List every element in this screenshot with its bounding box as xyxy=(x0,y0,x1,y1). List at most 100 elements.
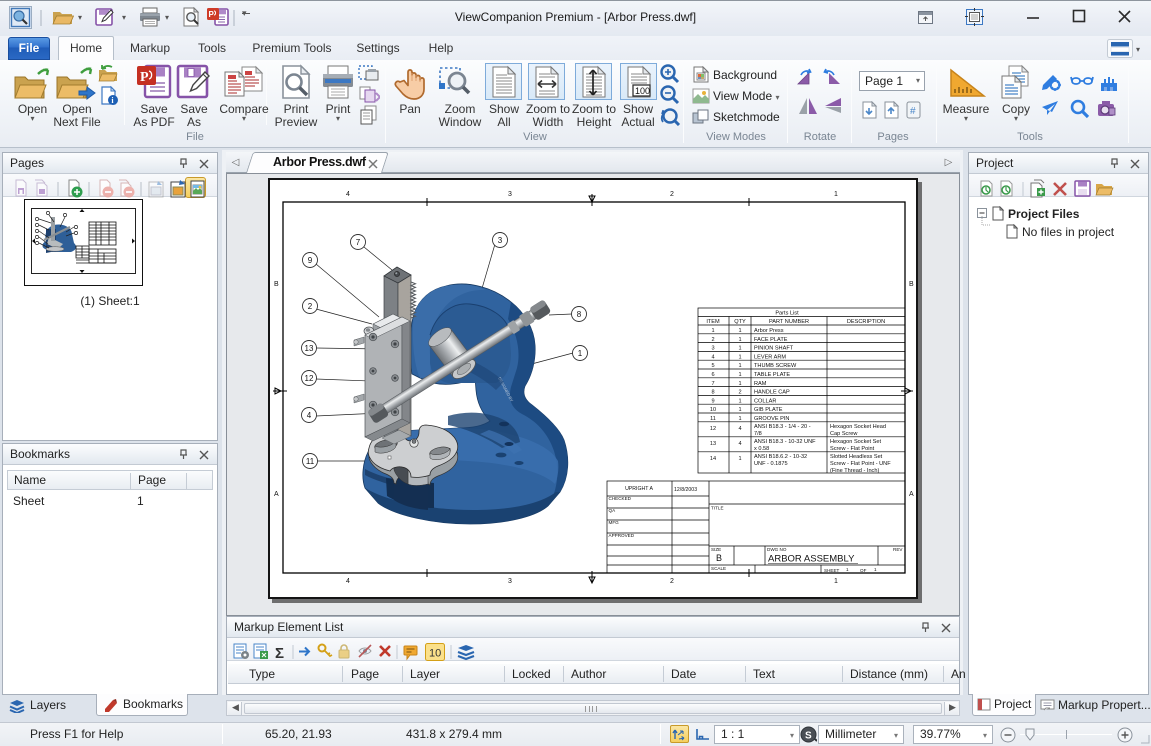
svg-text:2: 2 xyxy=(670,191,674,198)
svg-text:1: 1 xyxy=(738,416,741,422)
svg-text:DESCRIPTION: DESCRIPTION xyxy=(847,319,885,325)
svg-text:A: A xyxy=(274,491,279,498)
svg-text:GIB PLATE: GIB PLATE xyxy=(754,407,783,413)
svg-text:S: S xyxy=(805,731,812,742)
svg-text:2: 2 xyxy=(711,337,714,343)
svg-text:4: 4 xyxy=(346,578,350,585)
svg-text:4: 4 xyxy=(346,191,350,198)
svg-text:4: 4 xyxy=(711,354,714,360)
svg-text:2: 2 xyxy=(738,390,741,396)
svg-text:1: 1 xyxy=(834,191,838,198)
svg-text:1: 1 xyxy=(846,567,849,572)
svg-text:P: P xyxy=(209,10,215,19)
svg-text:1: 1 xyxy=(738,372,741,378)
svg-text:UPRIGHT A: UPRIGHT A xyxy=(625,486,653,492)
svg-text:Slotted Headless Set: Slotted Headless Set xyxy=(830,454,883,460)
svg-text:9: 9 xyxy=(711,398,714,404)
svg-text:TITLE: TITLE xyxy=(711,506,724,511)
svg-text:1: 1 xyxy=(738,398,741,404)
svg-text:1: 1 xyxy=(738,354,741,360)
svg-text:TABLE PLATE: TABLE PLATE xyxy=(754,372,790,378)
svg-text:3: 3 xyxy=(711,346,714,352)
svg-text:SHEET: SHEET xyxy=(824,568,840,573)
svg-text:13: 13 xyxy=(305,344,314,353)
svg-text:7: 7 xyxy=(711,381,714,387)
svg-text:7/8: 7/8 xyxy=(754,431,762,437)
svg-text:12/8/2003: 12/8/2003 xyxy=(674,487,697,493)
svg-text:10: 10 xyxy=(710,407,716,413)
svg-text:CHECKED: CHECKED xyxy=(609,496,632,501)
svg-text:B: B xyxy=(274,281,279,288)
svg-text:P: P xyxy=(140,70,149,85)
svg-text:ITEM: ITEM xyxy=(706,319,720,325)
svg-text:7: 7 xyxy=(356,238,361,247)
svg-text:1: 1 xyxy=(738,407,741,413)
svg-text:1: 1 xyxy=(738,381,741,387)
svg-text:12: 12 xyxy=(710,426,716,432)
svg-text:8: 8 xyxy=(577,310,582,319)
svg-text:1: 1 xyxy=(738,346,741,352)
svg-text:1: 1 xyxy=(738,337,741,343)
svg-text:RAM: RAM xyxy=(754,381,767,387)
svg-text:QA: QA xyxy=(609,508,617,513)
svg-text:HANDLE CAP: HANDLE CAP xyxy=(754,390,790,396)
svg-text:1: 1 xyxy=(578,349,583,358)
svg-text:Arbor Press: Arbor Press xyxy=(754,328,784,334)
svg-text:10: 10 xyxy=(429,648,441,660)
svg-text:B: B xyxy=(716,553,722,563)
svg-text:14: 14 xyxy=(710,456,716,462)
svg-text:9: 9 xyxy=(308,256,313,265)
svg-text:ARBOR ASSEMBLY: ARBOR ASSEMBLY xyxy=(768,554,855,565)
svg-text:QTY: QTY xyxy=(734,319,746,325)
svg-text:Hexagon Socket Set: Hexagon Socket Set xyxy=(830,439,881,445)
svg-text:1: 1 xyxy=(874,567,877,572)
svg-text:3: 3 xyxy=(508,578,512,585)
svg-text:4: 4 xyxy=(738,426,741,432)
svg-text:UNF - 0.1875: UNF - 0.1875 xyxy=(754,461,788,467)
svg-text:A: A xyxy=(909,491,914,498)
svg-text:B: B xyxy=(909,281,914,288)
svg-text:SCALE: SCALE xyxy=(711,566,726,571)
svg-text:5: 5 xyxy=(711,363,714,369)
svg-text:FACE PLATE: FACE PLATE xyxy=(754,337,788,343)
svg-text:Screw - Flat Point: Screw - Flat Point xyxy=(830,446,875,452)
svg-text:DWG NO: DWG NO xyxy=(767,547,787,552)
svg-text:COLLAR: COLLAR xyxy=(754,398,776,404)
svg-text:OF: OF xyxy=(860,568,867,573)
svg-text:THUMB SCREW: THUMB SCREW xyxy=(754,363,797,369)
svg-text:100: 100 xyxy=(635,86,650,96)
svg-text:1: 1 xyxy=(738,328,741,334)
svg-text:PART NUMBER: PART NUMBER xyxy=(769,319,809,325)
svg-text:4: 4 xyxy=(738,441,741,447)
svg-text:PINION SHAFT: PINION SHAFT xyxy=(754,346,794,352)
svg-text:1: 1 xyxy=(738,363,741,369)
svg-text:#: # xyxy=(910,106,916,117)
svg-text:ANSI B18.6.2 - 10-32: ANSI B18.6.2 - 10-32 xyxy=(754,454,807,460)
svg-text:x 0.58: x 0.58 xyxy=(754,446,769,452)
svg-text:4: 4 xyxy=(307,411,312,420)
svg-text:3: 3 xyxy=(508,191,512,198)
svg-text:Parts List: Parts List xyxy=(775,311,799,317)
svg-text:Σ: Σ xyxy=(275,645,284,662)
svg-text:2: 2 xyxy=(670,578,674,585)
svg-text:MFG: MFG xyxy=(609,520,620,525)
svg-text:6: 6 xyxy=(711,372,714,378)
svg-text:3: 3 xyxy=(498,236,503,245)
svg-text:Hexagon Socket Head: Hexagon Socket Head xyxy=(830,424,886,430)
svg-text:1: 1 xyxy=(711,328,714,334)
svg-text:ANSI B18.3 - 10-32 UNF: ANSI B18.3 - 10-32 UNF xyxy=(754,439,816,445)
svg-text:2: 2 xyxy=(308,302,313,311)
svg-text:11: 11 xyxy=(710,416,716,422)
svg-text:8: 8 xyxy=(711,390,714,396)
svg-text:Screw - Flat Point - UNF: Screw - Flat Point - UNF xyxy=(830,461,891,467)
svg-text:13: 13 xyxy=(710,441,716,447)
svg-text:11: 11 xyxy=(306,457,315,466)
svg-text:REV: REV xyxy=(893,547,903,552)
svg-text:Cap Screw: Cap Screw xyxy=(830,431,858,437)
svg-text:GROOVE PIN: GROOVE PIN xyxy=(754,416,789,422)
svg-text:LEVER ARM: LEVER ARM xyxy=(754,354,786,360)
svg-text:ANSI B18.3 - 1/4 - 20 -: ANSI B18.3 - 1/4 - 20 - xyxy=(754,424,811,430)
svg-text:12: 12 xyxy=(305,374,314,383)
svg-text:SIZE: SIZE xyxy=(711,547,721,552)
svg-text:1: 1 xyxy=(834,578,838,585)
